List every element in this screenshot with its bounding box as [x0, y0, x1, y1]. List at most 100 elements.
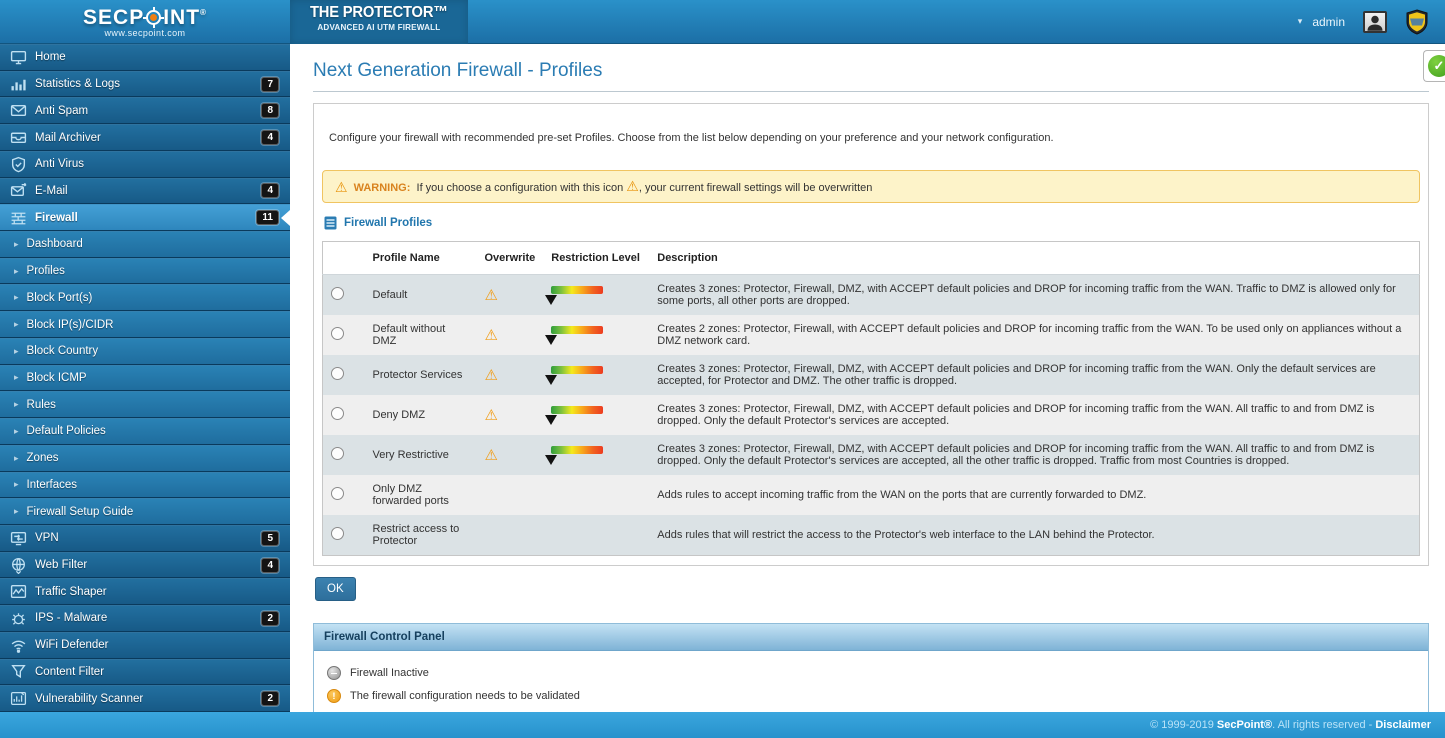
- sidebar-item-anti-virus[interactable]: Anti Virus: [0, 151, 290, 178]
- profile-radio[interactable]: [331, 527, 344, 540]
- count-badge: 4: [261, 130, 279, 145]
- triangle-bullet-icon: ▸: [14, 479, 19, 490]
- sidebar-item-block-icmp[interactable]: ▸Block ICMP: [0, 365, 290, 392]
- logo-right: INT: [163, 6, 200, 30]
- sidebar-item-rules[interactable]: ▸Rules: [0, 391, 290, 418]
- profile-description: Creates 3 zones: Protector, Firewall, DM…: [649, 395, 1419, 435]
- table-row: Default ⚠ Creates 3 zones: Protector, Fi…: [323, 275, 1420, 316]
- sidebar-item-profiles[interactable]: ▸Profiles: [0, 258, 290, 285]
- copyright-text: © 1999-2019 SecPoint®. All rights reserv…: [1150, 719, 1372, 731]
- warning-label: WARNING:: [354, 182, 411, 194]
- sidebar-item-content-filter[interactable]: Content Filter: [0, 659, 290, 686]
- profile-radio[interactable]: [331, 287, 344, 300]
- sidebar-item-block-country[interactable]: ▸ Block Country: [0, 338, 290, 365]
- triangle-bullet-icon: ▸: [14, 426, 19, 437]
- gauge-pointer-icon: [545, 335, 557, 345]
- profile-radio[interactable]: [331, 407, 344, 420]
- sidebar-item-label: Firewall: [35, 212, 78, 224]
- secpoint-logo[interactable]: SECPINT® www.secpoint.com: [0, 6, 290, 38]
- profile-name: Protector Services: [365, 355, 477, 395]
- user-avatar-icon[interactable]: [1363, 11, 1387, 33]
- overwrite-warning-icon: ⚠: [485, 367, 498, 384]
- profile-radio[interactable]: [331, 447, 344, 460]
- triangle-bullet-icon: ▸: [14, 506, 19, 517]
- table-row: Default without DMZ ⚠ Creates 2 zones: P…: [323, 315, 1420, 355]
- sidebar-item-email[interactable]: E-Mail 4: [0, 178, 290, 205]
- sidebar-item-label: Interfaces: [27, 479, 78, 491]
- sidebar-item-label: VPN: [35, 532, 59, 544]
- admin-menu[interactable]: ▾ admin: [1298, 15, 1345, 29]
- firewall-section: Firewall 11 ▸Dashboard ▸Profiles ▸Block …: [0, 204, 290, 525]
- sidebar-item-anti-spam[interactable]: Anti Spam 8: [0, 97, 290, 124]
- sidebar-item-firewall-setup-guide[interactable]: ▸ Firewall Setup Guide: [0, 498, 290, 525]
- profile-name: Only DMZ forwarded ports: [365, 475, 477, 515]
- sidebar-item-block-ips-cidr[interactable]: ▸Block IP(s)/CIDR: [0, 311, 290, 338]
- vpn-arrows-icon: [10, 530, 27, 547]
- table-row: Very Restrictive ⚠ Creates 3 zones: Prot…: [323, 435, 1420, 475]
- triangle-bullet-icon: ▸: [14, 239, 19, 250]
- disclaimer-link[interactable]: Disclaimer: [1375, 719, 1431, 731]
- scanner-chart-icon: [10, 690, 27, 707]
- sidebar-item-label: Block IP(s)/CIDR: [27, 319, 114, 331]
- sidebar-item-statistics-logs[interactable]: Statistics & Logs 7: [0, 71, 290, 98]
- profile-description: Adds rules to accept incoming traffic fr…: [649, 475, 1419, 515]
- table-header-row: Profile Name Overwrite Restriction Level…: [323, 242, 1420, 275]
- sidebar-item-label: WiFi Defender: [35, 639, 109, 651]
- sidebar-item-vpn[interactable]: VPN 5: [0, 525, 290, 552]
- profiles-table: Profile Name Overwrite Restriction Level…: [322, 241, 1420, 556]
- column-header: Overwrite: [477, 242, 544, 275]
- sidebar-item-home[interactable]: Home: [0, 44, 290, 71]
- product-subtitle: ADVANCED AI UTM FIREWALL: [308, 22, 450, 32]
- sidebar-item-label: Dashboard: [27, 238, 83, 250]
- sidebar-item-mail-archiver[interactable]: Mail Archiver 4: [0, 124, 290, 151]
- sidebar-item-ips-malware[interactable]: IPS - Malware 2: [0, 605, 290, 632]
- sidebar-item-label: Block Country: [27, 345, 99, 357]
- control-panel-header: Firewall Control Panel: [314, 624, 1428, 651]
- traffic-wave-icon: [10, 583, 27, 600]
- firewall-profiles-link[interactable]: Firewall Profiles: [344, 217, 432, 229]
- warning-text: If you choose a configuration with this …: [417, 182, 624, 194]
- triangle-bullet-icon: ▸: [14, 292, 19, 303]
- table-row: Deny DMZ ⚠ Creates 3 zones: Protector, F…: [323, 395, 1420, 435]
- triangle-bullet-icon: ▸: [14, 346, 19, 357]
- sidebar-item-label: Anti Virus: [35, 158, 84, 170]
- profile-radio[interactable]: [331, 367, 344, 380]
- radio-column-header: [323, 242, 365, 275]
- sidebar-item-block-ports[interactable]: ▸Block Port(s): [0, 284, 290, 311]
- profiles-panel: Configure your firewall with recommended…: [313, 103, 1429, 566]
- profile-description: Creates 3 zones: Protector, Firewall, DM…: [649, 435, 1419, 475]
- overwrite-warning-icon: ⚠: [485, 287, 498, 304]
- intro-text: Configure your firewall with recommended…: [329, 132, 1420, 144]
- logo-left: SECP: [83, 6, 144, 30]
- sidebar-item-firewall[interactable]: Firewall 11: [0, 204, 290, 231]
- sidebar-item-wifi-defender[interactable]: WiFi Defender: [0, 632, 290, 659]
- profile-name: Deny DMZ: [365, 395, 477, 435]
- sidebar-item-vulnerability-scanner[interactable]: Vulnerability Scanner 2: [0, 685, 290, 712]
- profile-name: Very Restrictive: [365, 435, 477, 475]
- sidebar-item-label: Home: [35, 51, 66, 63]
- sidebar-item-traffic-shaper[interactable]: Traffic Shaper: [0, 578, 290, 605]
- license-shield-icon[interactable]: [1405, 9, 1429, 35]
- count-badge: 5: [261, 531, 279, 546]
- firewall-control-panel: Firewall Control Panel Firewall Inactive…: [313, 623, 1429, 712]
- sidebar-item-default-policies[interactable]: ▸Default Policies: [0, 418, 290, 445]
- profile-radio[interactable]: [331, 327, 344, 340]
- sidebar-item-label: Firewall Setup Guide: [27, 506, 134, 518]
- logo-website: www.secpoint.com: [105, 28, 186, 38]
- triangle-bullet-icon: ▸: [14, 372, 19, 383]
- sidebar-item-web-filter[interactable]: Web Filter 4: [0, 552, 290, 579]
- product-brand: THE PROTECTOR™ ADVANCED AI UTM FIREWALL: [290, 0, 468, 44]
- profile-radio[interactable]: [331, 487, 344, 500]
- monitor-icon: [10, 49, 27, 66]
- triangle-bullet-icon: ▸: [14, 399, 19, 410]
- bar-chart-icon: [10, 76, 27, 93]
- sidebar-item-interfaces[interactable]: ▸ Interfaces: [0, 472, 290, 499]
- spam-mail-icon: [10, 102, 27, 119]
- sidebar-item-label: Statistics & Logs: [35, 78, 120, 90]
- ok-button[interactable]: OK: [315, 577, 356, 601]
- sidebar-item-zones[interactable]: ▸Zones: [0, 445, 290, 472]
- sidebar-item-dashboard[interactable]: ▸ Dashboard: [0, 231, 290, 258]
- validation-status: ! The firewall configuration needs to be…: [327, 689, 1418, 703]
- count-badge: 4: [261, 558, 279, 573]
- notification-tab[interactable]: ✓: [1423, 50, 1445, 82]
